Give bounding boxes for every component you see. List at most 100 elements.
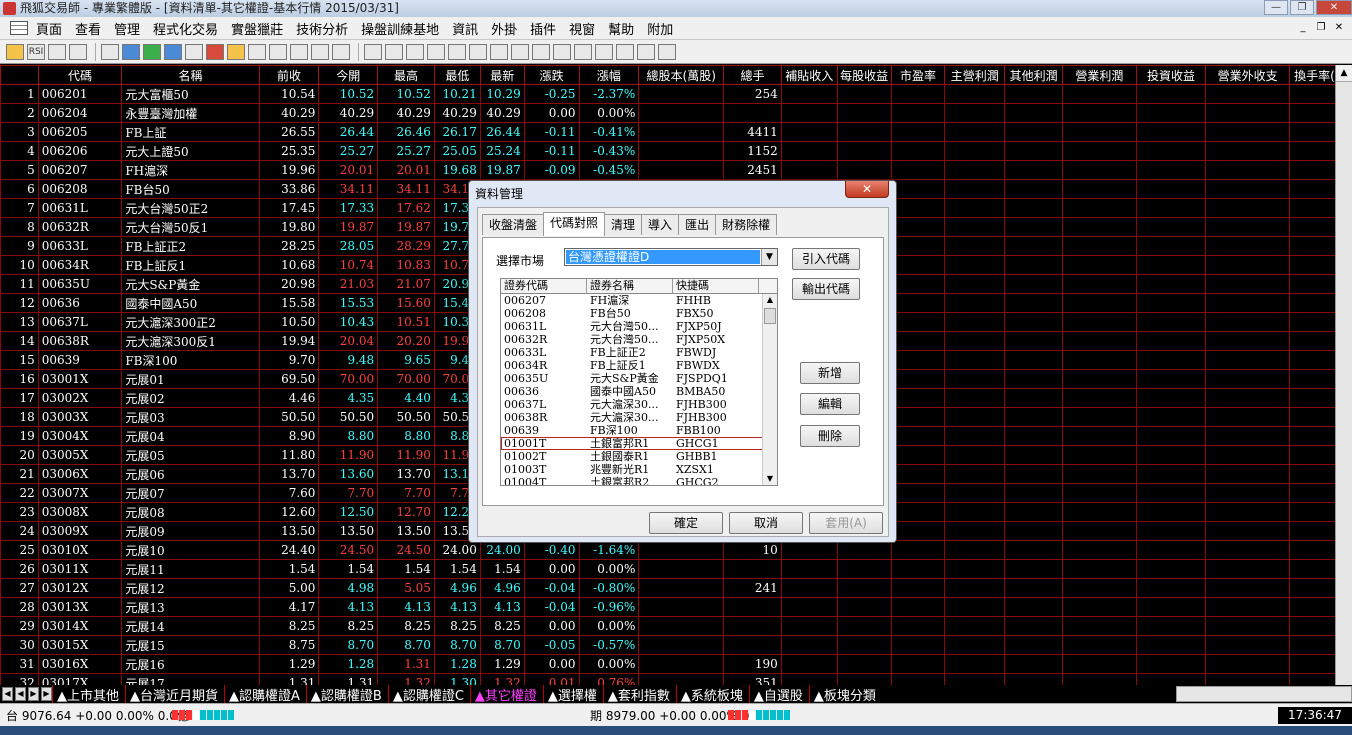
channel-tool-icon[interactable]: [469, 43, 487, 60]
table-view-icon[interactable]: [311, 43, 329, 60]
trend-view-icon[interactable]: [332, 43, 350, 60]
pencil-icon[interactable]: [227, 43, 245, 60]
mdi-minimize-icon[interactable]: _: [1294, 20, 1312, 36]
menu-item[interactable]: 程式化交易: [153, 19, 218, 38]
quote-icon[interactable]: [122, 43, 140, 60]
sheet-tab[interactable]: ▲台灣近月期貨: [125, 685, 224, 703]
table-row[interactable]: 4 006206 元大上證50 25.35 25.27 25.27 25.05 25.24 -0…: [0, 141, 1352, 161]
menu-item[interactable]: 插件: [530, 19, 556, 38]
sheet-tab[interactable]: ▲上市其他: [52, 685, 125, 703]
grid-view-icon[interactable]: [290, 43, 308, 60]
list-item[interactable]: 00636 國泰中國A50 BMBA50: [501, 385, 777, 398]
parallel-tool-icon[interactable]: [490, 43, 508, 60]
list-item[interactable]: 00638R 元大滬深30... FJHB300: [501, 411, 777, 424]
column-header[interactable]: 今開: [318, 65, 379, 85]
column-header[interactable]: 漲幅: [578, 65, 640, 85]
menu-item[interactable]: 資訊: [452, 19, 478, 38]
table-row[interactable]: 5 006207 FH滬深 19.96 20.01 20.01 19.68 19.87 -0.0…: [0, 160, 1352, 180]
menu-item[interactable]: 操盤訓練基地: [361, 19, 439, 38]
column-header[interactable]: 營業外收支: [1205, 65, 1290, 85]
column-header[interactable]: 前收: [258, 65, 320, 85]
menu-item[interactable]: 外掛: [491, 19, 517, 38]
sheet-tab[interactable]: ▲系統板塊: [675, 685, 749, 703]
list-column-header[interactable]: 快捷碼: [673, 279, 759, 293]
column-header[interactable]: 補貼收入: [780, 65, 838, 85]
list-scroll-down-icon[interactable]: ▼: [763, 473, 777, 485]
link-icon[interactable]: [69, 43, 87, 60]
eraser-icon[interactable]: [595, 43, 613, 60]
sheet-tab[interactable]: ▲認購權證C: [387, 685, 470, 703]
list-item[interactable]: 00633L FB上証正2 FBWDJ: [501, 346, 777, 359]
ok-button[interactable]: 確定: [649, 512, 723, 534]
table-row[interactable]: 29 03014X 元展14 8.25 8.25 8.25 8.25 8.25 0.00 0.00…: [0, 616, 1352, 636]
list-item[interactable]: 01003T 兆豐新光R1 XZSX1: [501, 463, 777, 476]
column-header[interactable]: 最低: [433, 65, 481, 85]
sheet-tab[interactable]: ▲認購權證B: [305, 685, 388, 703]
grid-horizontal-scrollbar[interactable]: [1176, 686, 1352, 702]
chevron-down-icon[interactable]: ▼: [761, 249, 777, 265]
rect-tool-icon[interactable]: [511, 43, 529, 60]
table-row[interactable]: 31 03016X 元展16 1.29 1.28 1.31 1.28 1.29 0.00 0.00…: [0, 654, 1352, 674]
column-header[interactable]: 漲跌: [523, 65, 580, 85]
menu-item[interactable]: 查看: [75, 19, 101, 38]
menu-item[interactable]: 技術分析: [296, 19, 348, 38]
table-row[interactable]: 3 006205 FB上証 26.55 26.44 26.46 26.17 26.44 -0.1…: [0, 122, 1352, 142]
column-header[interactable]: 其他利潤: [1004, 65, 1064, 85]
import-code-button[interactable]: 引入代碼: [792, 248, 860, 270]
list-item[interactable]: 00632R 元大台灣50... FJXP50X: [501, 333, 777, 346]
mdi-restore-icon[interactable]: ❐: [1312, 20, 1330, 36]
dialog-tab[interactable]: 代碼對照: [543, 212, 606, 236]
dialog-tab[interactable]: 導入: [641, 214, 680, 235]
list-item[interactable]: 00631L 元大台灣50... FJXP50J: [501, 320, 777, 333]
column-header[interactable]: 最高: [377, 65, 435, 85]
sheet-tab[interactable]: ▲其它權證: [469, 685, 543, 703]
table-row[interactable]: 1 006201 元大富櫃50 10.54 10.52 10.52 10.21 10.29 -0…: [0, 84, 1352, 104]
document-menu-icon[interactable]: [10, 21, 28, 35]
column-header[interactable]: 總股本(萬股): [638, 65, 725, 85]
list-item[interactable]: 01001T 土銀富邦R1 GHCG1: [501, 437, 777, 450]
add-button[interactable]: 新增: [800, 362, 860, 384]
ellipse-tool-icon[interactable]: [532, 43, 550, 60]
close-icon[interactable]: ✕: [1316, 0, 1352, 15]
menu-item[interactable]: 附加: [647, 19, 673, 38]
column-header[interactable]: 投資收益: [1135, 65, 1207, 85]
sheet-tab[interactable]: ▲自選股: [748, 685, 809, 703]
copy-tool-icon[interactable]: [574, 43, 592, 60]
dialog-tab[interactable]: 財務除權: [715, 214, 778, 235]
column-header[interactable]: 代碼: [37, 65, 123, 85]
menu-item[interactable]: 管理: [114, 19, 140, 38]
rsi-icon[interactable]: RSI: [27, 43, 45, 60]
list-column-header[interactable]: 證券名稱: [587, 279, 673, 293]
glasses-icon[interactable]: [101, 43, 119, 60]
list-column-header[interactable]: 證券代碼: [501, 279, 587, 293]
alarm-icon[interactable]: [206, 43, 224, 60]
book-icon[interactable]: [185, 43, 203, 60]
sheet-tab[interactable]: ▲套利指數: [602, 685, 676, 703]
sheet-tab[interactable]: ▲選擇權: [542, 685, 603, 703]
restore-icon[interactable]: ❐: [1290, 0, 1314, 15]
code-list[interactable]: 證券代碼 證券名稱 快捷碼 006207 FH滬深 FHHB 006208 FB台50 FBX…: [500, 278, 778, 486]
table-row[interactable]: 27 03012X 元展12 5.00 4.98 5.05 4.96 4.96 -0.04 -0.…: [0, 578, 1352, 598]
window-icon[interactable]: [269, 43, 287, 60]
table-row[interactable]: 28 03013X 元展13 4.17 4.13 4.13 4.13 4.13 -0.04 -0.…: [0, 597, 1352, 617]
menu-item[interactable]: 頁面: [36, 19, 62, 38]
list-item[interactable]: 01002T 土銀國泰R1 GHBB1: [501, 450, 777, 463]
list-scroll-up-icon[interactable]: ▲: [763, 294, 777, 306]
apply-button[interactable]: 套用(A): [809, 512, 883, 534]
chart-icon[interactable]: [143, 43, 161, 60]
line-tool-icon[interactable]: [385, 43, 403, 60]
scroll-up-icon[interactable]: ▲: [1336, 65, 1352, 82]
market-select[interactable]: 台灣憑證權證D ▼: [564, 248, 778, 266]
table-row[interactable]: 32 03017X 元展17 1.31 1.31 1.32 1.30 1.32 0.01 0.76…: [0, 673, 1352, 685]
minimize-icon[interactable]: —: [1264, 0, 1288, 15]
mdi-close-icon[interactable]: ✕: [1330, 20, 1348, 36]
dots-icon[interactable]: [637, 43, 655, 60]
column-header[interactable]: 每股收益: [836, 65, 892, 85]
sheet-tab[interactable]: ▲板塊分類: [808, 685, 882, 703]
move-icon[interactable]: [48, 43, 66, 60]
list-item[interactable]: 00635U 元大S&P黃金 FJSPDQ1: [501, 372, 777, 385]
layout-icon[interactable]: [248, 43, 266, 60]
table-row[interactable]: 25 03010X 元展10 24.40 24.50 24.50 24.00 24.00 -0.…: [0, 540, 1352, 560]
delete-button[interactable]: 刪除: [800, 425, 860, 447]
cursor-icon[interactable]: [364, 43, 382, 60]
